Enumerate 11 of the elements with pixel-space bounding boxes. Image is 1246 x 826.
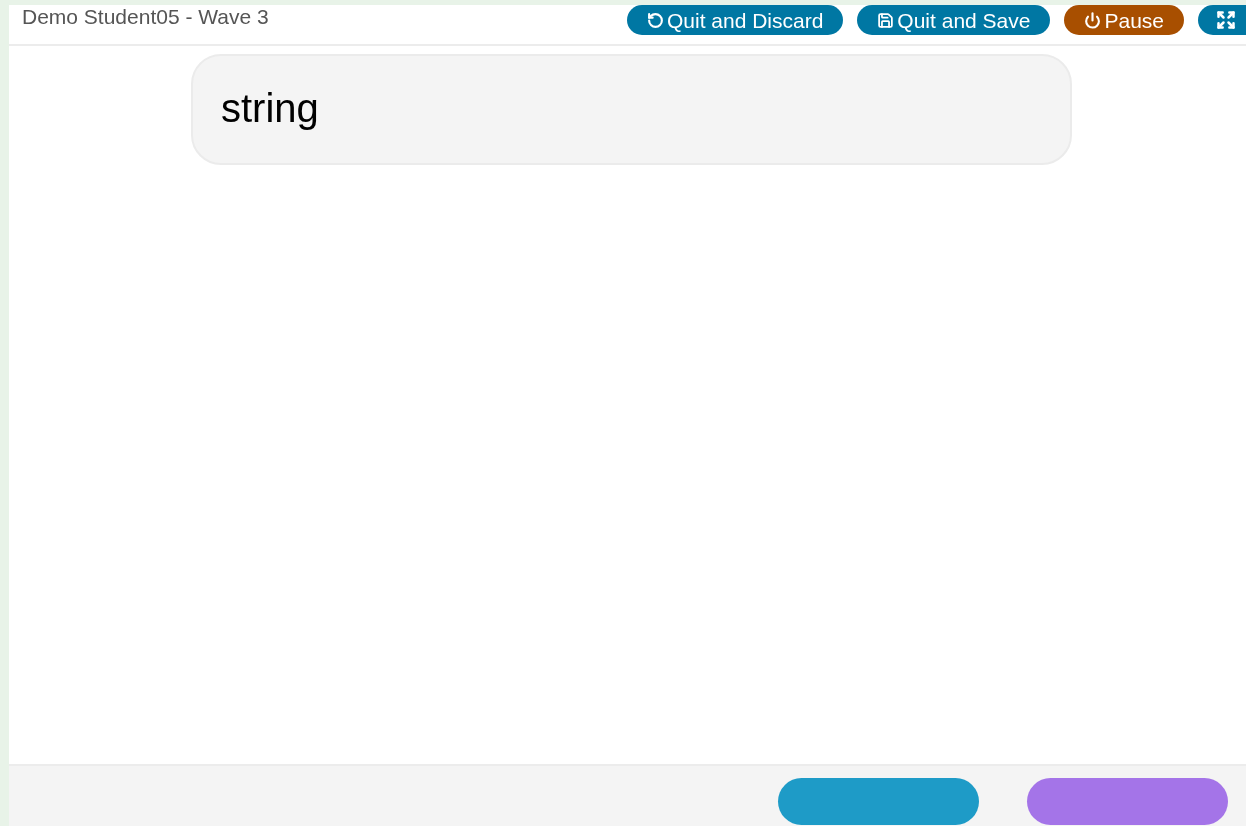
- footer-button[interactable]: [778, 778, 979, 825]
- fullscreen-icon: [1216, 10, 1236, 30]
- toolbar-button[interactable]: Quit and Discard: [626, 5, 844, 35]
- toolbar-button[interactable]: Quit and Save: [857, 5, 1051, 35]
- footer-button[interactable]: [1027, 778, 1228, 825]
- undo-icon: [646, 11, 664, 29]
- question-text: string: [221, 87, 319, 128]
- toolbar-button[interactable]: Pause: [1064, 5, 1184, 35]
- power-icon: [1084, 11, 1102, 29]
- session-title: Demo Student05 - Wave 3: [22, 5, 269, 29]
- fullscreen-button[interactable]: [1198, 5, 1246, 35]
